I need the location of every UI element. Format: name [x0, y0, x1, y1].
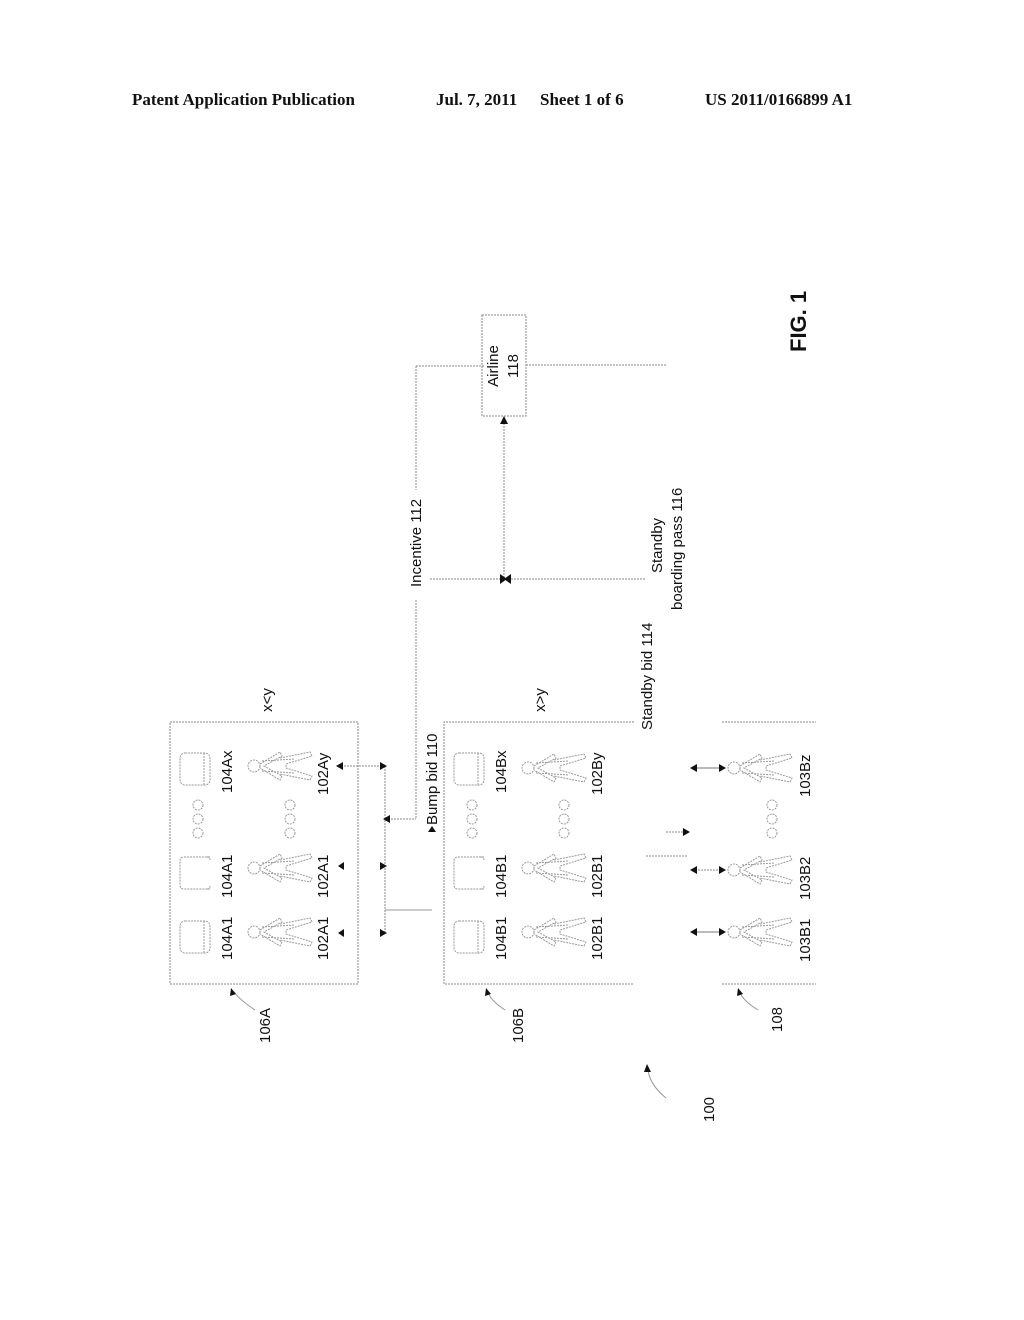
passenger-icon	[727, 753, 793, 783]
passenger-label: 103B1	[797, 919, 814, 962]
seat-label: 104Ax	[219, 750, 236, 793]
seat-icon	[179, 752, 211, 786]
seat-icon	[179, 920, 211, 954]
passenger-label: 103Bz	[797, 754, 814, 797]
passenger-icon	[727, 917, 793, 947]
system-ref: 100	[701, 1097, 718, 1122]
passenger-icon	[247, 751, 313, 781]
ellipsis-dots-icon	[192, 799, 204, 839]
seat-icon	[179, 856, 211, 890]
airline-name: Airline	[485, 345, 502, 387]
seat-label: 104Bx	[493, 750, 510, 793]
group-108-ref: 108	[769, 1007, 786, 1032]
ellipsis-dots-icon	[284, 799, 296, 839]
seat-label: 104B1	[493, 855, 510, 898]
seat-icon	[453, 752, 485, 786]
bump-bid-label: Bump bid 110	[424, 734, 441, 825]
standby-pass-label-line1: Standby	[649, 517, 666, 573]
passenger-label: 102A1	[315, 855, 332, 898]
passenger-icon	[521, 753, 587, 783]
passenger-label: 102B1	[589, 855, 606, 898]
passenger-icon	[247, 917, 313, 947]
group-106a-ref: 106A	[257, 1008, 274, 1043]
group-106b-ref: 106B	[510, 1008, 527, 1043]
ellipsis-dots-icon	[766, 799, 778, 839]
passenger-label: 102Ay	[315, 752, 332, 795]
figure-label: FIG. 1	[786, 291, 811, 352]
group-106b-condition: x>y	[532, 688, 549, 712]
seat-icon	[453, 920, 485, 954]
passenger-icon	[521, 917, 587, 947]
figure-diagram: x<y 104A1 104A1 104Ax 102A1 102A1 102Ay …	[169, 291, 816, 1122]
ellipsis-dots-icon	[466, 799, 478, 839]
passenger-icon	[727, 855, 793, 885]
passenger-icon	[247, 853, 313, 883]
group-106a-condition: x<y	[259, 688, 276, 712]
incentive-label: Incentive 112	[408, 499, 425, 587]
seat-label: 104A1	[219, 917, 236, 960]
passenger-icon	[521, 853, 587, 883]
passenger-label: 102A1	[315, 917, 332, 960]
seat-icon	[453, 856, 485, 890]
ellipsis-dots-icon	[558, 799, 570, 839]
standby-pass-label-line2: boarding pass 116	[669, 488, 686, 610]
passenger-label: 103B2	[797, 857, 814, 900]
airline-ref: 118	[505, 354, 522, 378]
passenger-label: 102By	[589, 752, 606, 795]
standby-bid-label: Standby bid 114	[639, 623, 656, 730]
seat-label: 104B1	[493, 917, 510, 960]
seat-label: 104A1	[219, 855, 236, 898]
passenger-label: 102B1	[589, 917, 606, 960]
